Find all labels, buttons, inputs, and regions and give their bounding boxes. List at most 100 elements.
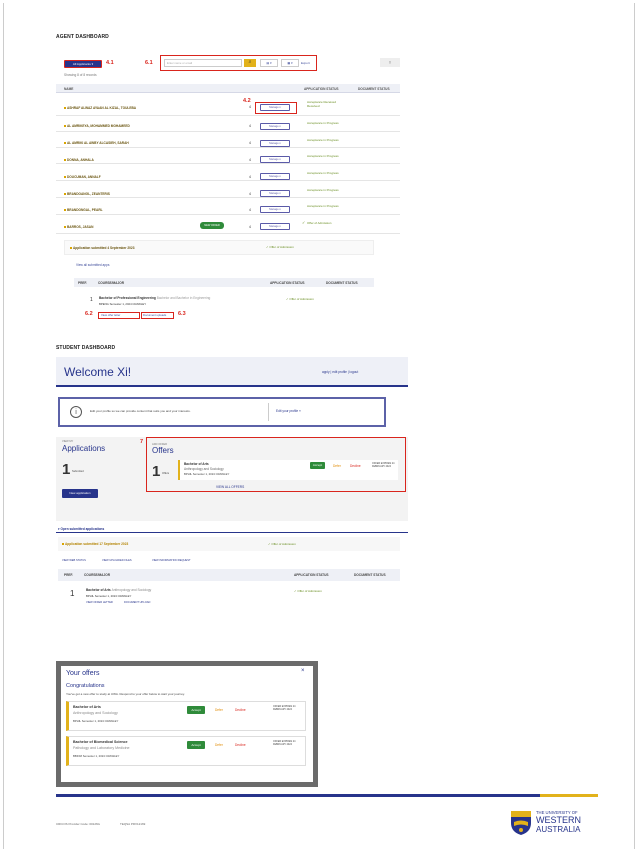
profile-info-text: Edit your profile so we can provide cont… [90,409,191,413]
col-pref: PREF. [78,281,88,285]
col-name: NAME [64,87,74,91]
offer-count: 1 [152,463,161,480]
sort-dropdown[interactable]: ▤ ▾ [260,59,278,67]
modal-title: Your offers [66,670,100,677]
applicant-name[interactable]: AL AMRIKEYA, MOHAMMED MOHAMEED [64,124,130,128]
view-offer-letter-link[interactable]: VIEW OFFER LETTER [86,601,113,604]
decline-button[interactable]: Decline [350,464,361,468]
applicant-name[interactable]: DOUCUMAN, ANNALF [64,175,101,179]
sub-status: ✓ Offer of Admission [286,297,314,301]
manage-button[interactable]: Manage ▾ [260,104,290,111]
new-application-button[interactable]: New application [62,489,98,498]
table-row[interactable] [56,148,400,164]
manage-button[interactable]: Manage ▾ [260,206,290,213]
applicant-name[interactable]: AL AMRIKI AL AWBY ALCASIEH, SARAH [64,141,129,145]
accept-button[interactable]: Accept [310,462,325,469]
table-row[interactable] [56,198,400,215]
pref-number: 1 [90,297,93,303]
agent-dashboard-heading: AGENT DASHBOARD [56,34,109,40]
offers-card-title: Offers [152,446,174,455]
offer-course: Bachelor of Arts [73,705,101,709]
manage-button[interactable]: Manage ▾ [260,223,290,230]
open-apps-bar[interactable]: ▾ Open submitted applications [56,523,408,533]
modal-text: You've got a new offer to study at UWA. … [66,692,185,696]
manage-button[interactable]: Manage ▾ [260,173,290,180]
offers-modal-overlay: Your offers × Congratulations You've got… [56,661,318,787]
modal-congrats: Congratulations [66,683,105,689]
view-dropdown[interactable]: ▦ ▾ [281,59,299,67]
table-row[interactable] [56,164,400,181]
modal-close-icon[interactable]: × [301,668,305,674]
defer-button[interactable]: Defer [215,708,223,712]
export-link[interactable]: Export [301,61,310,65]
student-course-status: ✓ Offer of Admission [294,589,322,593]
agent-filter-button[interactable]: All Applicants ▾ [64,60,102,68]
student-pref: 1 [70,589,75,598]
offer-course: Bachelor of Arts [184,462,209,466]
label-7: 7 [140,439,144,445]
header-links[interactable]: apply | edit profile | logout [322,370,358,374]
open-apps-title: ▾ Open submitted applications [58,527,105,531]
defer-button[interactable]: Defer [333,464,341,468]
applicant-count: 4 [249,192,251,196]
decline-button[interactable]: Decline [235,743,246,747]
footer-blue-bar [56,794,540,797]
table-row[interactable] [56,132,400,148]
manage-button[interactable]: Manage ▾ [260,156,290,163]
defer-button[interactable]: Defer [215,743,223,747]
search-button[interactable]: ⌕ [244,59,256,67]
view-all-offers-link[interactable]: VIEW ALL OFFERS [216,485,244,489]
info-icon: i [70,406,82,418]
label-6-3: 6.3 [178,311,186,317]
submitted-app-row[interactable]: Application submitted 17 September 2023 … [58,537,400,551]
offer-meta: BPHIL Semester 1, 2024 CRAWLEY [73,719,119,723]
view-offer-letter-link[interactable]: View offer letter [101,313,120,317]
col-course: COURSE/MAJOR [98,281,125,285]
submitted-title: Application submitted 17 September 2023 [62,542,128,546]
agent-table-header: NAME APPLICATION STATUS DOCUMENT STATUS [56,84,400,93]
accept-button[interactable]: Accept [187,741,205,749]
edit-profile-link[interactable]: Edit your profile » [276,409,301,413]
submitted-app-title[interactable]: Application submitted 4 September 2023 [70,246,134,250]
app-status: Acceptance in Progress [307,121,339,125]
applicant-name[interactable]: DONNA, ANHALA [64,158,94,162]
link-uploaded-files[interactable]: VIEW UPLOADED FILES [102,559,132,562]
label-4-1: 4.1 [106,60,114,66]
applicant-count: 4 [249,175,251,179]
search-icon: ⌕ [248,59,252,65]
offer-meta: BPHIL Semester 1, 2024 CRAWLEY [184,472,230,476]
offer-item: Bachelor of Arts Anthropology and Sociol… [178,460,398,480]
agent-search-input[interactable]: Enter name or email [164,59,242,67]
footer-gold-bar [540,794,598,797]
manage-button[interactable]: Manage ▾ [260,140,290,147]
apps-count: 1 [62,461,71,478]
offers-modal: Your offers × Congratulations You've got… [61,666,313,782]
manage-button[interactable]: Manage ▾ [260,190,290,197]
accept-button[interactable]: Accept [187,706,205,714]
offer-expiry: OFFER EXPIRES 24 FEBRUARY 2024 [273,705,296,711]
course-meta: BPENG Semester 1, 2024 CRAWLEY [99,302,147,306]
apps-count-label: Submitted [72,470,84,473]
applicant-name[interactable]: BARROS, JASAN [64,225,93,229]
col-doc-status: DOCUMENT STATUS [326,281,358,285]
link-info-request[interactable]: VIEW INFORMATION REQUEST [152,559,191,562]
document-uploads-link[interactable]: Document uploads [143,313,166,317]
document-upload-link[interactable]: DOCUMENT UPLOAD [124,601,150,604]
page-number-box[interactable]: ▯ [380,58,400,67]
app-status: Acceptance in Progress [307,204,339,208]
applicant-name[interactable]: ASHRAF ALWAZ AYAAN AL KIZAL, TOULEBA [64,106,136,110]
app-status: Offer of Admission [307,221,332,225]
uni-line-2: WESTERN [536,815,581,825]
view-submitted-link[interactable]: View all submitted apps [76,263,109,267]
offer-course: Bachelor of Biomedical Science [73,740,128,744]
offer-meta: BBIOM Semester 1, 2024 CRAWLEY [73,754,120,758]
applicant-name[interactable]: BRANDONGAL, PEARL [64,208,103,212]
offer-major: Anthropology and Sociology [73,711,118,715]
table-row[interactable] [56,215,400,234]
link-web-status[interactable]: VIEW WEB STATUS [62,559,86,562]
uwa-logo: THE UNIVERSITY OF WESTERN AUSTRALIA [510,808,600,838]
manage-button[interactable]: Manage ▾ [260,123,290,130]
decline-button[interactable]: Decline [235,708,246,712]
submitted-status: ✓ Offer of Admission [268,542,296,546]
applicant-name[interactable]: BRANDOANGL, ZEANTERIS [64,192,110,196]
